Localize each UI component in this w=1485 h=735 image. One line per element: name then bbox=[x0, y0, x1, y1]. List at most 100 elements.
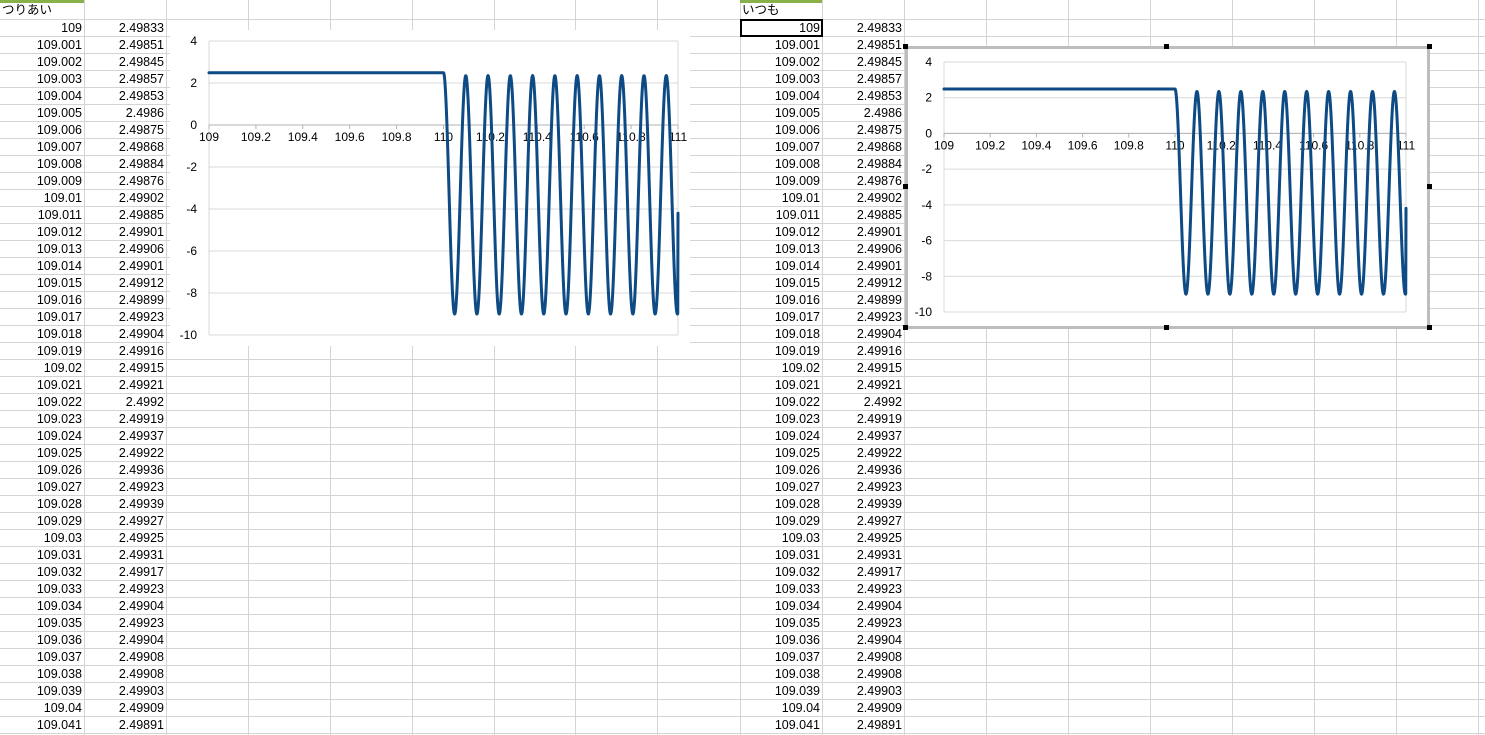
right-cell-x[interactable]: 109.039 bbox=[740, 683, 822, 700]
resize-handle-right[interactable] bbox=[1427, 184, 1432, 189]
left-cell-x[interactable]: 109.024 bbox=[0, 428, 84, 445]
right-cell-y[interactable]: 2.49875 bbox=[822, 122, 904, 139]
right-cell-x[interactable]: 109.032 bbox=[740, 564, 822, 581]
left-cell-y[interactable]: 2.49917 bbox=[84, 564, 166, 581]
right-cell-y[interactable]: 2.49853 bbox=[822, 88, 904, 105]
left-cell-y[interactable]: 2.49891 bbox=[84, 717, 166, 734]
left-cell-x[interactable]: 109.014 bbox=[0, 258, 84, 275]
left-cell-y[interactable]: 2.49901 bbox=[84, 224, 166, 241]
left-cell-y[interactable]: 2.49875 bbox=[84, 122, 166, 139]
left-cell-y[interactable]: 2.49936 bbox=[84, 462, 166, 479]
left-cell-y[interactable]: 2.49845 bbox=[84, 54, 166, 71]
right-cell-x[interactable]: 109.011 bbox=[740, 207, 822, 224]
left-cell-y[interactable]: 2.49908 bbox=[84, 649, 166, 666]
left-cell-x[interactable]: 109.009 bbox=[0, 173, 84, 190]
left-cell-y[interactable]: 2.4992 bbox=[84, 394, 166, 411]
left-cell-x[interactable]: 109.027 bbox=[0, 479, 84, 496]
left-cell-y[interactable]: 2.49904 bbox=[84, 598, 166, 615]
right-cell-y[interactable]: 2.49902 bbox=[822, 190, 904, 207]
right-cell-x[interactable]: 109.033 bbox=[740, 581, 822, 598]
left-cell-y[interactable]: 2.49833 bbox=[84, 20, 166, 37]
left-cell-x[interactable]: 109.004 bbox=[0, 88, 84, 105]
left-cell-y[interactable]: 2.49937 bbox=[84, 428, 166, 445]
right-cell-x[interactable]: 109.004 bbox=[740, 88, 822, 105]
left-cell-x[interactable]: 109.001 bbox=[0, 37, 84, 54]
right-cell-y[interactable]: 2.49936 bbox=[822, 462, 904, 479]
left-cell-x[interactable]: 109.016 bbox=[0, 292, 84, 309]
right-cell-y[interactable]: 2.49906 bbox=[822, 241, 904, 258]
right-cell-y[interactable]: 2.49901 bbox=[822, 258, 904, 275]
left-cell-x[interactable]: 109.019 bbox=[0, 343, 84, 360]
left-cell-x[interactable]: 109.003 bbox=[0, 71, 84, 88]
left-cell-x[interactable]: 109.025 bbox=[0, 445, 84, 462]
right-cell-x[interactable]: 109.013 bbox=[740, 241, 822, 258]
right-cell-y[interactable]: 2.49909 bbox=[822, 700, 904, 717]
left-cell-x[interactable]: 109.039 bbox=[0, 683, 84, 700]
right-cell-x[interactable]: 109.007 bbox=[740, 139, 822, 156]
chart-right[interactable]: 4 2 0 -2 -4 -6 -8 -10 109 109.2 109.4 109.6 109.8 110… bbox=[906, 47, 1429, 328]
left-cell-x[interactable]: 109.018 bbox=[0, 326, 84, 343]
right-cell-y[interactable]: 2.4986 bbox=[822, 105, 904, 122]
left-cell-y[interactable]: 2.49868 bbox=[84, 139, 166, 156]
right-cell-y[interactable]: 2.49891 bbox=[822, 717, 904, 734]
right-cell-y[interactable]: 2.49903 bbox=[822, 683, 904, 700]
right-cell-y[interactable]: 2.49876 bbox=[822, 173, 904, 190]
left-cell-x[interactable]: 109.006 bbox=[0, 122, 84, 139]
left-cell-x[interactable]: 109.002 bbox=[0, 54, 84, 71]
right-cell-x[interactable]: 109.024 bbox=[740, 428, 822, 445]
left-cell-y[interactable]: 2.49903 bbox=[84, 683, 166, 700]
right-cell-x[interactable]: 109.017 bbox=[740, 309, 822, 326]
left-cell-y[interactable]: 2.49922 bbox=[84, 445, 166, 462]
right-cell-x[interactable]: 109.027 bbox=[740, 479, 822, 496]
right-cell-x[interactable]: 109.012 bbox=[740, 224, 822, 241]
left-cell-x[interactable]: 109.038 bbox=[0, 666, 84, 683]
left-cell-x[interactable]: 109.037 bbox=[0, 649, 84, 666]
left-cell-y[interactable]: 2.49927 bbox=[84, 513, 166, 530]
left-cell-y[interactable]: 2.49923 bbox=[84, 615, 166, 632]
left-cell-x[interactable]: 109.032 bbox=[0, 564, 84, 581]
left-cell-x[interactable]: 109.034 bbox=[0, 598, 84, 615]
left-cell-y[interactable]: 2.49901 bbox=[84, 258, 166, 275]
right-cell-x[interactable]: 109.034 bbox=[740, 598, 822, 615]
left-cell-x[interactable]: 109.013 bbox=[0, 241, 84, 258]
left-cell-x[interactable]: 109.03 bbox=[0, 530, 84, 547]
right-cell-y[interactable]: 2.49923 bbox=[822, 479, 904, 496]
right-cell-x[interactable]: 109.009 bbox=[740, 173, 822, 190]
right-cell-y[interactable]: 2.49915 bbox=[822, 360, 904, 377]
left-cell-y[interactable]: 2.49904 bbox=[84, 326, 166, 343]
spreadsheet-grid[interactable]: つりあい いつも 109 2.49833 109.001 2.49851 109.002… bbox=[0, 0, 1485, 735]
left-cell-y[interactable]: 2.49906 bbox=[84, 241, 166, 258]
left-cell-x[interactable]: 109.02 bbox=[0, 360, 84, 377]
right-cell-y[interactable]: 2.49912 bbox=[822, 275, 904, 292]
left-cell-x[interactable]: 109.022 bbox=[0, 394, 84, 411]
right-cell-x[interactable]: 109.016 bbox=[740, 292, 822, 309]
right-cell-x[interactable]: 109.005 bbox=[740, 105, 822, 122]
chart-left[interactable]: 4 2 0 -2 -4 -6 -8 -10 109 109.2 109.4 109.6 109.8 110… bbox=[170, 30, 690, 346]
right-cell-y[interactable]: 2.49904 bbox=[822, 632, 904, 649]
left-cell-x[interactable]: 109.028 bbox=[0, 496, 84, 513]
resize-handle-bottom-right[interactable] bbox=[1427, 325, 1432, 330]
right-cell-y[interactable]: 2.49833 bbox=[822, 20, 904, 37]
left-cell-x[interactable]: 109.017 bbox=[0, 309, 84, 326]
left-cell-y[interactable]: 2.49909 bbox=[84, 700, 166, 717]
right-cell-y[interactable]: 2.49904 bbox=[822, 598, 904, 615]
right-cell-y[interactable]: 2.49925 bbox=[822, 530, 904, 547]
right-cell-x[interactable]: 109.037 bbox=[740, 649, 822, 666]
right-cell-x[interactable]: 109.041 bbox=[740, 717, 822, 734]
right-cell-x[interactable]: 109.021 bbox=[740, 377, 822, 394]
left-cell-x[interactable]: 109.007 bbox=[0, 139, 84, 156]
right-cell-y[interactable]: 2.49899 bbox=[822, 292, 904, 309]
right-cell-y[interactable]: 2.49923 bbox=[822, 309, 904, 326]
left-cell-y[interactable]: 2.49902 bbox=[84, 190, 166, 207]
right-cell-x[interactable]: 109.038 bbox=[740, 666, 822, 683]
right-cell-y[interactable]: 2.49927 bbox=[822, 513, 904, 530]
left-cell-x[interactable]: 109.041 bbox=[0, 717, 84, 734]
left-cell-x[interactable]: 109.012 bbox=[0, 224, 84, 241]
left-cell-x[interactable]: 109.021 bbox=[0, 377, 84, 394]
right-cell-x[interactable]: 109.026 bbox=[740, 462, 822, 479]
right-cell-y[interactable]: 2.49908 bbox=[822, 649, 904, 666]
right-cell-y[interactable]: 2.49931 bbox=[822, 547, 904, 564]
left-cell-x[interactable]: 109.008 bbox=[0, 156, 84, 173]
right-cell-x[interactable]: 109.015 bbox=[740, 275, 822, 292]
left-column-header[interactable]: つりあい bbox=[0, 2, 84, 19]
